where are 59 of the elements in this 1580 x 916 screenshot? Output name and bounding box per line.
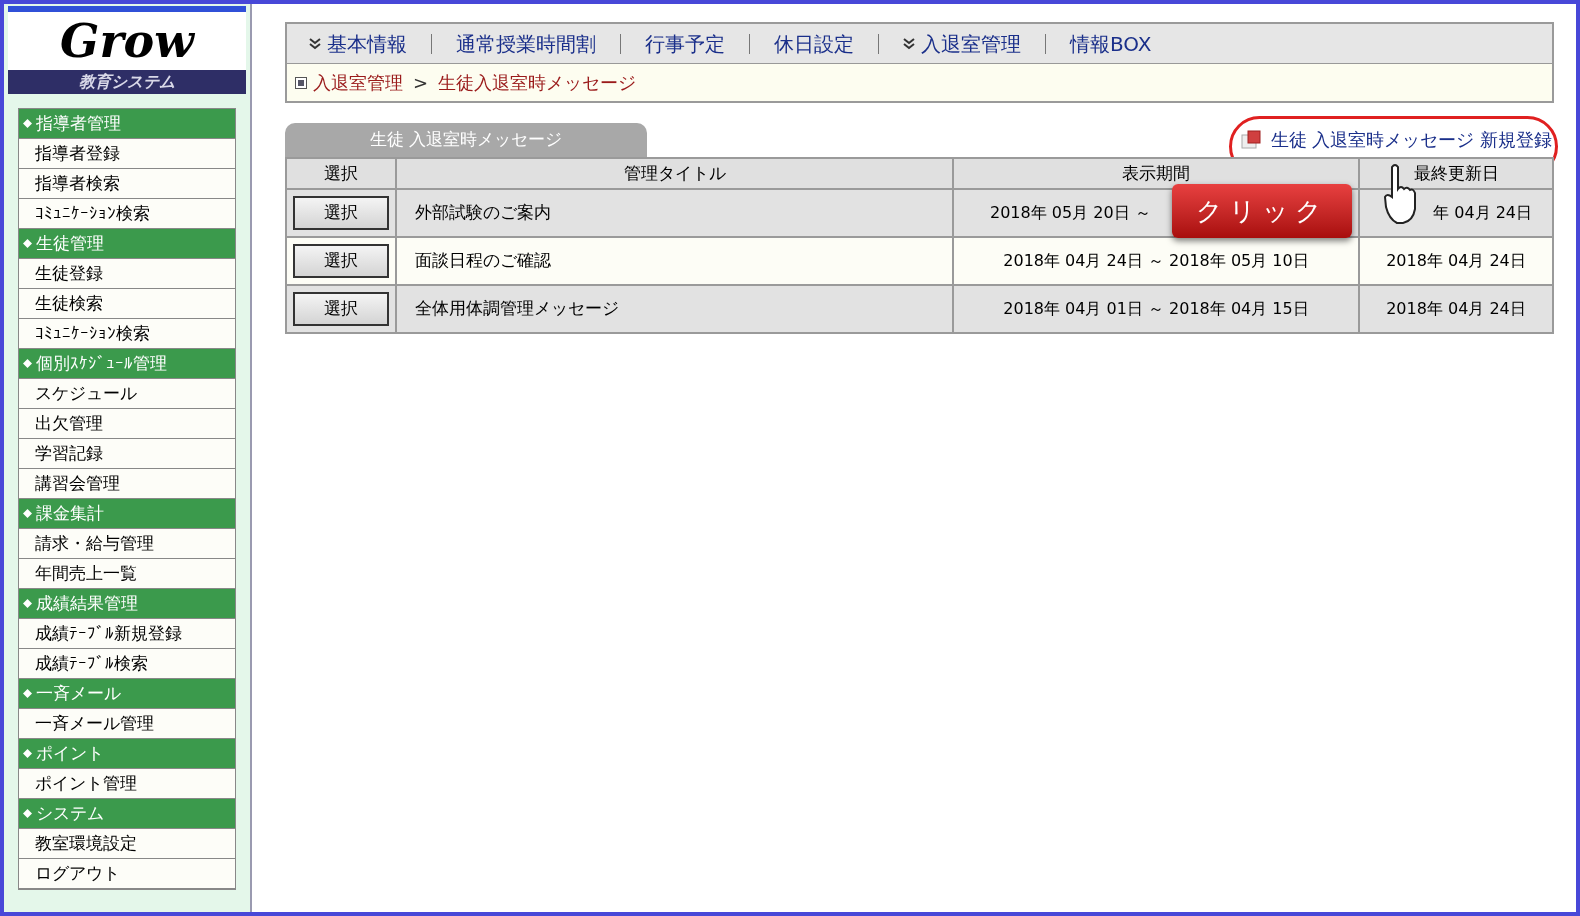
updated-cell: 2018年 04月 24日 [1359,285,1553,333]
sidebar-item[interactable]: 講習会管理 [19,469,235,499]
top-nav-link[interactable]: 行事予定 [645,28,725,59]
sidebar-item[interactable]: ｺﾐｭﾆｹｰｼｮﾝ検索 [19,199,235,229]
top-nav-link[interactable]: 基本情報 [309,28,407,59]
sidebar-item[interactable]: 成績ﾃｰﾌﾞﾙ新規登録 [19,619,235,649]
diamond-icon [23,809,32,818]
sidebar-item[interactable]: 指導者検索 [19,169,235,199]
breadcrumb-separator: > [413,71,429,95]
sidebar-section-title: 指導者管理 [36,111,121,135]
sidebar-section-title: システム [36,801,104,825]
sidebar-item[interactable]: スケジュール [19,379,235,409]
sidebar-item[interactable]: 学習記録 [19,439,235,469]
square-bullet-icon [295,76,307,89]
period-cell: 2018年 04月 01日 ～ 2018年 04月 15日 [953,285,1359,333]
title-cell: 全体用体調管理メッセージ [396,285,953,333]
select-button[interactable]: 選択 [293,244,389,278]
sidebar-item[interactable]: ポイント管理 [19,769,235,799]
double-chevron-icon [309,37,321,50]
sidebar-item[interactable]: 請求・給与管理 [19,529,235,559]
sidebar-item[interactable]: 年間売上一覧 [19,559,235,589]
top-nav-link[interactable]: 情報BOX [1070,28,1152,59]
new-registration-link[interactable]: 生徒 入退室時メッセージ 新規登録 [1240,126,1554,153]
sidebar-item[interactable]: 教室環境設定 [19,829,235,859]
sidebar-item[interactable]: 指導者登録 [19,139,235,169]
diamond-icon [23,749,32,758]
sidebar-item[interactable]: 成績ﾃｰﾌﾞﾙ検索 [19,649,235,679]
sidebar-section-title: 生徒管理 [36,231,104,255]
sidebar-section-title: 成績結果管理 [36,591,138,615]
breadcrumb-current: 生徒入退室時メッセージ [438,71,637,95]
logo-subtitle: 教育システム [8,70,246,94]
sidebar-item[interactable]: ｺﾐｭﾆｹｰｼｮﾝ検索 [19,319,235,349]
top-nav-link[interactable]: 入退室管理 [903,28,1021,59]
select-button[interactable]: 選択 [293,292,389,326]
new-document-icon [1240,129,1263,150]
diamond-icon [23,599,32,608]
sidebar-section-title: 個別ｽｹｼﾞｭｰﾙ管理 [36,351,167,375]
top-nav-link[interactable]: 休日設定 [774,28,854,59]
select-button[interactable]: 選択 [293,196,389,230]
column-header: 選択 [286,158,396,189]
sidebar-item[interactable]: 生徒登録 [19,259,235,289]
column-header: 管理タイトル [396,158,953,189]
logo-wordmark: Grow [60,13,194,70]
diamond-icon [23,359,32,368]
top-nav-link[interactable]: 通常授業時間割 [456,28,596,59]
diamond-icon [23,239,32,248]
breadcrumb-link[interactable]: 入退室管理 [313,69,403,96]
double-chevron-icon [903,37,915,50]
sidebar-section-title: 課金集計 [36,501,104,525]
diamond-icon [23,119,32,128]
diamond-icon [23,689,32,698]
sidebar-section-title: 一斉メール [36,681,121,705]
sidebar-item[interactable]: 生徒検索 [19,289,235,319]
sidebar-section-title: ポイント [36,741,104,765]
sidebar-item[interactable]: 出欠管理 [19,409,235,439]
click-callout: クリック [1172,184,1352,238]
sidebar-item[interactable]: 一斉メール管理 [19,709,235,739]
diamond-icon [23,509,32,518]
sidebar-item[interactable]: ログアウト [19,859,235,889]
